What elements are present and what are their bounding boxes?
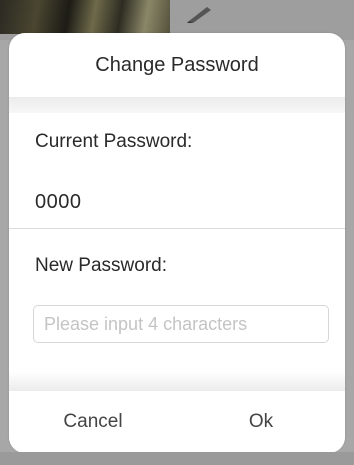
change-password-dialog: Change Password Current Password: 0000 N… — [9, 33, 345, 453]
field-divider — [9, 228, 345, 229]
pencil-icon — [187, 7, 211, 23]
new-password-input[interactable] — [33, 305, 329, 343]
title-divider — [9, 97, 345, 113]
new-password-label: New Password: — [35, 255, 167, 276]
ok-button[interactable]: Ok — [177, 391, 345, 453]
current-password-label: Current Password: — [35, 131, 193, 152]
cancel-button[interactable]: Cancel — [9, 391, 177, 453]
action-divider — [9, 371, 345, 391]
background-bottom-edge — [0, 452, 354, 465]
background-photo-thumbnail — [0, 0, 170, 34]
dialog-title: Change Password — [95, 53, 259, 76]
current-password-value: 0000 — [35, 191, 82, 213]
